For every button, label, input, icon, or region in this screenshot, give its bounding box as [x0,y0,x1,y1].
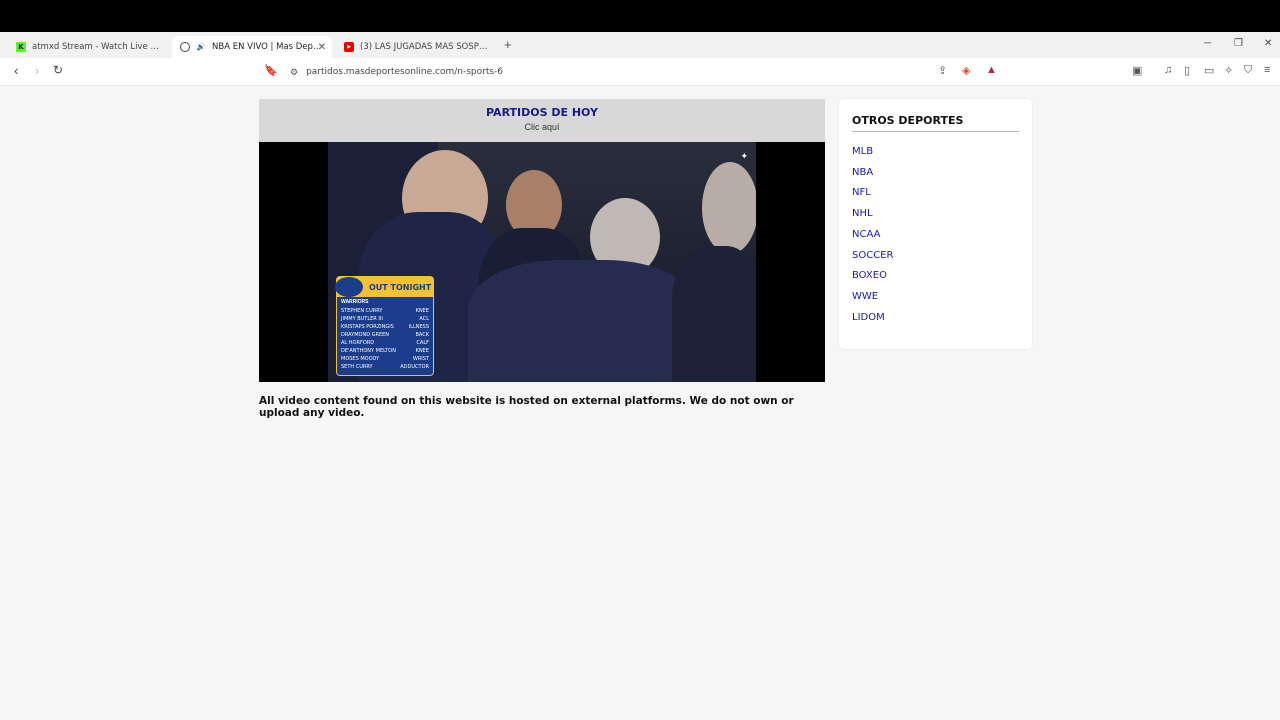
player-row: STEPHEN CURRY KNEE [337,307,433,315]
player-name: DRAYMOND GREEN [341,332,390,338]
player-injury: WRIST [412,356,429,362]
wallet-icon[interactable]: ▭ [1204,64,1214,77]
share-icon[interactable]: ⇪ [938,64,947,77]
kick-icon: K [16,42,26,52]
sport-link-nhl[interactable]: NHL [852,204,1019,225]
address-bar[interactable]: ⚙ partidos.masdeportesonline.com/n-sport… [284,61,1004,83]
tab-label: (3) LAS JUGADAS MÁS SOSPECHOS... [360,42,490,52]
graphic-header: OUT TONIGHT [335,277,433,297]
sport-link-nba[interactable]: NBA [852,163,1019,184]
player-row: SETH CURRY ADDUCTOR [337,363,433,371]
tab-bar: K atmxd Stream - Watch Live on Kick 🔊 NB… [0,32,1280,58]
new-tab-button[interactable]: + [504,37,512,52]
player-row: DE'ANTHONY MELTON KNEE [337,347,433,355]
tab-label: NBA EN VIVO | Mas Deportes [212,42,324,52]
player-injury: ILLNESS [408,324,429,330]
sports-link-list: MLB NBA NFL NHL NCAA SOCCER BOXEO WWE LI… [852,142,1019,328]
sport-link-ncaa[interactable]: NCAA [852,225,1019,246]
bookmark-icon[interactable]: 🔖 [264,64,278,77]
player-injury: KNEE [415,348,429,354]
player-row: DRAYMOND GREEN BACK [337,331,433,339]
sport-link-soccer[interactable]: SOCCER [852,246,1019,267]
player-injury: ACL [419,316,429,322]
close-tab-icon[interactable]: ✕ [318,42,326,53]
player-injury: ADDUCTOR [400,364,429,370]
site-info-icon[interactable]: ⚙ [290,67,298,78]
video-player[interactable]: ✦ OUT TONIGHT WARRIORS STEPHEN CURRY KNEE… [259,142,825,382]
sport-link-lidom[interactable]: LIDOM [852,308,1019,329]
page-content: PARTIDOS DE HOY Clic aquí ✦ OUT TONIGHT … [0,86,1280,720]
injury-report-graphic: OUT TONIGHT WARRIORS STEPHEN CURRY KNEE J… [335,276,434,376]
close-window-icon[interactable]: ✕ [1264,38,1272,49]
sport-link-wwe[interactable]: WWE [852,287,1019,308]
player-name: DE'ANTHONY MELTON [341,348,396,354]
tab-nba[interactable]: 🔊 NBA EN VIVO | Mas Deportes ✕ [172,36,332,58]
vpn-icon[interactable]: ⛉ [1244,64,1252,77]
player-name: JIMMY BUTLER III [341,316,383,322]
sidebar-title: OTROS DEPORTES [852,114,1019,132]
player-injury: CALF [416,340,429,346]
url-text: partidos.masdeportesonline.com/n-sports-… [306,67,504,77]
globe-icon [180,42,190,52]
warriors-logo-icon [335,277,363,297]
banner-title[interactable]: PARTIDOS DE HOY [259,106,825,119]
tab-label: atmxd Stream - Watch Live on Kick [32,42,162,52]
minimize-icon[interactable]: ─ [1204,38,1211,49]
sidebar-icon[interactable]: ▯ [1184,64,1190,77]
youtube-icon: ▶ [344,42,354,52]
player-name: STEPHEN CURRY [341,308,383,314]
speaker-icon[interactable]: 🔊 [196,42,206,52]
video-frame[interactable]: ✦ OUT TONIGHT WARRIORS STEPHEN CURRY KNEE… [328,142,756,382]
player-name: MOSES MOODY [341,356,380,362]
restore-icon[interactable]: ❐ [1234,38,1243,49]
other-sports-sidebar: OTROS DEPORTES MLB NBA NFL NHL NCAA SOCC… [839,99,1032,349]
player-name: SETH CURRY [341,364,373,370]
tab-youtube[interactable]: ▶ (3) LAS JUGADAS MÁS SOSPECHOS... [336,36,498,58]
main-column: PARTIDOS DE HOY Clic aquí ✦ OUT TONIGHT … [259,99,825,419]
video-person [468,260,698,382]
player-injury: BACK [415,332,429,338]
player-row: MOSES MOODY WRIST [337,355,433,363]
brave-shields-icon[interactable]: ◈ [962,64,970,77]
sport-link-boxeo[interactable]: BOXEO [852,266,1019,287]
video-person [702,162,756,254]
graphic-team: WARRIORS [341,299,369,305]
nbc-logo-icon: ✦ [740,151,748,161]
browser-chrome: K atmxd Stream - Watch Live on Kick 🔊 NB… [0,32,1280,86]
player-name: KRISTAPS PORZINGIS [341,324,394,330]
video-person [672,246,756,382]
reader-icon[interactable]: ▣ [1132,64,1142,77]
player-name: AL HORFORD [341,340,375,346]
leo-icon[interactable]: ✧ [1224,64,1233,77]
disclaimer-text: All video content found on this website … [259,395,794,419]
tab-kick[interactable]: K atmxd Stream - Watch Live on Kick [8,36,170,58]
banner-subtitle[interactable]: Clic aquí [259,122,825,132]
todays-games-banner[interactable]: PARTIDOS DE HOY Clic aquí [259,99,825,142]
forward-icon[interactable]: › [35,63,39,78]
sport-link-mlb[interactable]: MLB [852,142,1019,163]
player-row: AL HORFORD CALF [337,339,433,347]
back-icon[interactable]: ‹ [14,63,18,78]
brave-rewards-icon[interactable]: ▲ [986,64,997,76]
player-injury: KNEE [415,308,429,314]
player-row: JIMMY BUTLER III ACL [337,315,433,323]
sport-link-nfl[interactable]: NFL [852,183,1019,204]
toolbar: ‹ › ↻ 🔖 ⚙ partidos.masdeportesonline.com… [0,58,1280,86]
player-row: KRISTAPS PORZINGIS ILLNESS [337,323,433,331]
menu-icon[interactable]: ≡ [1264,64,1270,76]
reload-icon[interactable]: ↻ [53,63,63,77]
media-icon[interactable]: ♫ [1164,64,1172,76]
graphic-title: OUT TONIGHT [369,282,432,292]
